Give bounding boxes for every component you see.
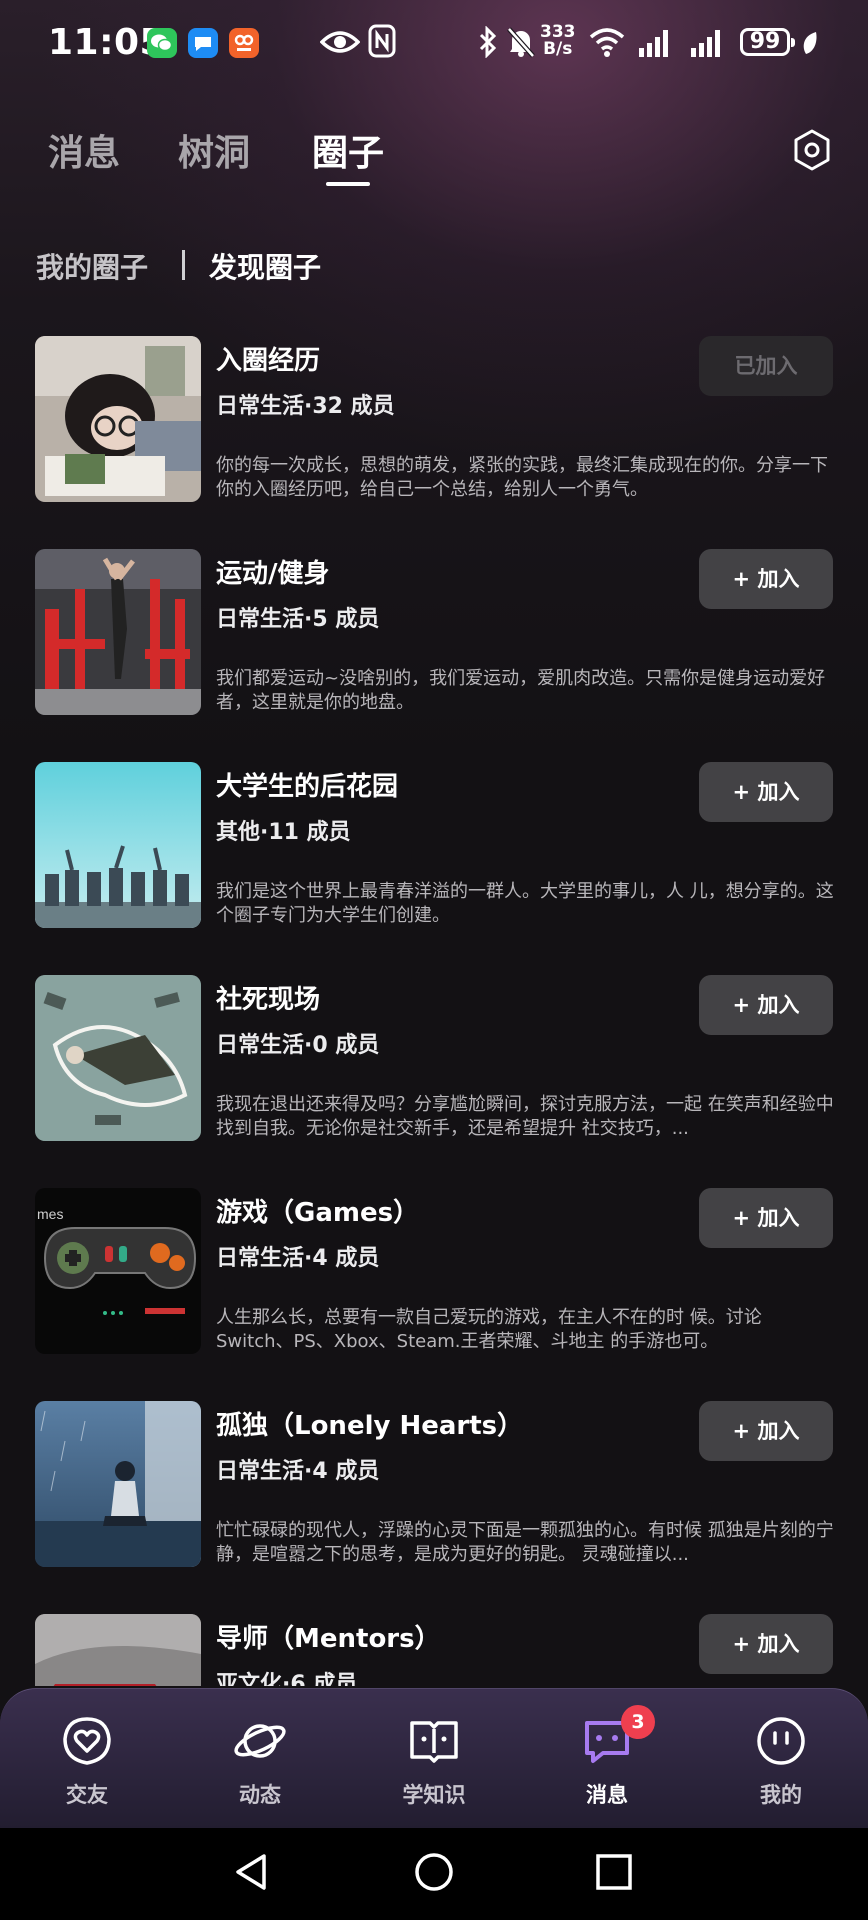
circle-thumbnail — [35, 1401, 201, 1567]
circle-thumbnail — [35, 549, 201, 715]
network-speed-unit: B/s — [543, 39, 573, 59]
circle-description: 人生那么长，总要有一款自己爱玩的游戏，在主人不在的时 候。讨论Switch、PS… — [216, 1307, 762, 1352]
nav-label: 交友 — [66, 1783, 108, 1807]
status-bar: 11:05 333 B/s 99 — [0, 0, 868, 86]
circle-meta: 亚文化·6 成员 — [216, 1672, 358, 1686]
circle-item[interactable]: 运动/健身 日常生活·5 成员 我们都爱运动~没啥别的，我们爱运动，爱肌肉改造。… — [0, 549, 868, 761]
nav-item-learn[interactable]: 学知识 — [374, 1713, 494, 1809]
tab-messages[interactable]: 消息 — [48, 124, 120, 176]
leaf-icon — [803, 32, 817, 54]
circle-thumbnail — [35, 1614, 201, 1686]
tab-circles-label: 圈子 — [312, 133, 385, 174]
taobao-icon — [229, 28, 259, 58]
circle-item[interactable]: 大学生的后花园 其他·11 成员 我们是这个世界上最青春洋溢的一群人。大学里的事… — [0, 762, 868, 974]
smile-face-icon — [757, 1717, 805, 1765]
nav-label: 学知识 — [402, 1783, 466, 1807]
circle-meta: 日常生活·4 成员 — [216, 1246, 380, 1271]
home-icon[interactable] — [410, 1848, 458, 1896]
back-icon[interactable] — [228, 1848, 276, 1896]
circle-description: 我们是这个世界上最青春洋溢的一群人。大学里的事儿，人 儿，想分享的。这个圈子专门… — [216, 881, 834, 926]
circle-title: 孤独（Lonely Hearts） — [216, 1411, 524, 1441]
join-button[interactable]: + 加入 — [699, 1188, 833, 1248]
mute-bell-icon — [507, 27, 535, 58]
circle-title: 大学生的后花园 — [216, 772, 399, 802]
tab-messages-label: 消息 — [48, 133, 121, 174]
battery-indicator: 99 — [740, 28, 795, 56]
circle-item[interactable]: 入圈经历 日常生活·32 成员 你的每一次成长，思想的萌发，紧张的实践，最终汇集… — [0, 336, 868, 548]
messages-icon — [188, 28, 218, 58]
planet-icon — [234, 1724, 286, 1758]
circle-item[interactable]: 导师（Mentors） 亚文化·6 成员 + 加入 — [0, 1614, 868, 1686]
sub-tab-divider — [182, 250, 185, 280]
circle-meta: 日常生活·4 成员 — [216, 1459, 380, 1484]
signal-1-icon — [639, 30, 668, 57]
circle-title: 游戏（Games） — [216, 1198, 420, 1228]
circle-description: 我们都爱运动~没啥别的，我们爱运动，爱肌肉改造。只需你是健身运动爱好者，这里就是… — [216, 668, 826, 713]
circle-item[interactable]: mes 游戏（Games） 日常生活·4 成员 人生那么长，总要有一款自己爱玩的… — [0, 1188, 868, 1400]
circle-item[interactable]: 社死现场 日常生活·0 成员 我现在退出还来得及吗？分享尴尬瞬间，探讨克服方法，… — [0, 975, 868, 1187]
nav-item-profile[interactable]: 我的 — [721, 1713, 841, 1809]
circle-thumbnail — [35, 975, 201, 1141]
nav-label: 消息 — [586, 1783, 628, 1807]
joined-button[interactable]: 已加入 — [699, 336, 833, 396]
circle-thumbnail: mes — [35, 1188, 201, 1354]
sub-tab-discover-circles[interactable]: 发现圈子 — [209, 246, 321, 286]
settings-gear-icon[interactable] — [790, 128, 834, 172]
system-navigation-bar — [0, 1828, 868, 1920]
circle-thumbnail — [35, 336, 201, 502]
nfc-icon — [368, 24, 396, 58]
nav-label: 动态 — [239, 1783, 281, 1807]
network-speed: 333 B/s — [540, 24, 576, 58]
nav-item-feed[interactable]: 动态 — [200, 1713, 320, 1809]
nav-item-messages[interactable]: 3 消息 — [547, 1705, 667, 1809]
bottom-navigation: 交友 动态 学知识 3 消息 我的 — [0, 1688, 868, 1829]
wechat-icon — [147, 28, 177, 58]
join-button[interactable]: + 加入 — [699, 1401, 833, 1461]
join-button[interactable]: + 加入 — [699, 762, 833, 822]
tab-tree-hole[interactable]: 树洞 — [178, 124, 250, 176]
join-button[interactable]: + 加入 — [699, 549, 833, 609]
circle-title: 社死现场 — [216, 985, 321, 1015]
circle-description: 你的每一次成长，思想的萌发，紧张的实践，最终汇集成现在的你。分享一下你的入圈经历… — [216, 455, 828, 500]
circle-meta: 日常生活·0 成员 — [216, 1033, 380, 1058]
bluetooth-icon — [479, 26, 497, 58]
join-button[interactable]: + 加入 — [699, 1614, 833, 1674]
active-tab-indicator — [326, 182, 371, 186]
circle-title: 导师（Mentors） — [216, 1624, 441, 1654]
circle-title: 入圈经历 — [216, 346, 321, 376]
recents-icon[interactable] — [590, 1848, 638, 1896]
tab-tree-hole-label: 树洞 — [178, 133, 251, 174]
book-icon — [410, 1721, 458, 1763]
heart-chat-icon — [63, 1717, 111, 1765]
signal-2-icon — [691, 30, 720, 57]
unread-badge: 3 — [621, 1705, 655, 1739]
tab-circles[interactable]: 圈子 — [312, 124, 385, 186]
circle-title: 运动/健身 — [216, 559, 330, 589]
circle-description: 我现在退出还来得及吗？分享尴尬瞬间，探讨克服方法，一起 在笑声和经验中找到自我。… — [216, 1094, 834, 1139]
circle-meta: 其他·11 成员 — [216, 820, 351, 845]
wifi-icon — [589, 28, 625, 57]
circle-thumbnail — [35, 762, 201, 928]
nav-item-friends[interactable]: 交友 — [27, 1713, 147, 1809]
eye-icon — [320, 31, 360, 53]
sub-tab-my-circles[interactable]: 我的圈子 — [36, 246, 148, 286]
join-button[interactable]: + 加入 — [699, 975, 833, 1035]
nav-label: 我的 — [760, 1783, 802, 1807]
circle-meta: 日常生活·32 成员 — [216, 394, 395, 419]
circle-list: 入圈经历 日常生活·32 成员 你的每一次成长，思想的萌发，紧张的实践，最终汇集… — [0, 336, 868, 1686]
circle-description: 忙忙碌碌的现代人，浮躁的心灵下面是一颗孤独的心。有时候 孤独是片刻的宁静，是喧嚣… — [216, 1520, 834, 1565]
circle-item[interactable]: 孤独（Lonely Hearts） 日常生活·4 成员 忙忙碌碌的现代人，浮躁的… — [0, 1401, 868, 1613]
circle-meta: 日常生活·5 成员 — [216, 607, 380, 632]
